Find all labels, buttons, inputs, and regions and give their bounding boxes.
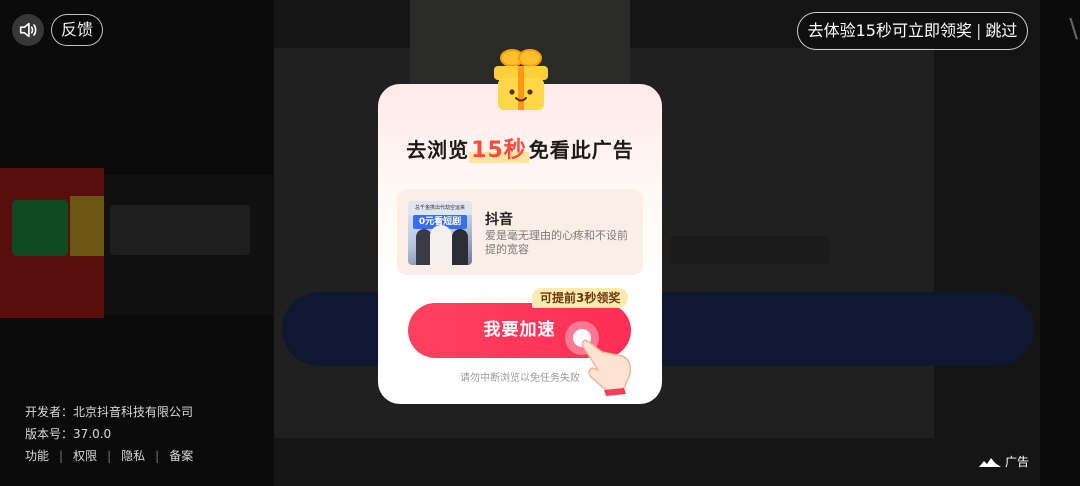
title-prefix: 去浏览 xyxy=(406,138,470,162)
version-row: 版本号：37.0.0 xyxy=(25,423,193,445)
app-card[interactable]: 总千金携出代劫空运来 0元看短剧 抖音 爱是毫无理由的心疼和不设前提的宽容 xyxy=(397,189,643,275)
developer-row: 开发者：北京抖音科技有限公司 xyxy=(25,401,193,423)
thumb-caption: 总千金携出代劫空运来 xyxy=(408,201,472,215)
skip-label: 跳过 xyxy=(985,21,1018,40)
link-divider: | xyxy=(59,449,64,463)
skip-button[interactable]: 去体验15秒可立即领奖 | 跳过 xyxy=(797,12,1028,50)
tap-hand-icon xyxy=(565,321,632,396)
link-permissions[interactable]: 权限 xyxy=(73,445,97,467)
sound-toggle-button[interactable] xyxy=(12,14,44,46)
gift-box-icon xyxy=(494,49,548,110)
background-ad-text xyxy=(670,236,830,264)
ad-label-text: 广告 xyxy=(1005,455,1030,469)
skip-prompt: 去体验15秒可立即领奖 xyxy=(807,21,972,40)
ad-label: 广告 xyxy=(979,453,1029,470)
app-name: 抖音 xyxy=(485,212,513,228)
modal-title: 去浏览15秒 免看此广告 xyxy=(378,132,662,164)
link-features[interactable]: 功能 xyxy=(25,445,49,467)
title-suffix: 免看此广告 xyxy=(528,138,634,162)
version-value: 37.0.0 xyxy=(73,427,112,441)
app-description: 爱是毫无理由的心疼和不设前提的宽容 xyxy=(485,229,628,256)
background-ad-logo xyxy=(0,168,104,318)
speaker-icon xyxy=(19,22,37,38)
developer-label: 开发者： xyxy=(25,405,74,419)
developer-name: 北京抖音科技有限公司 xyxy=(73,405,194,419)
feedback-button[interactable]: 反馈 xyxy=(51,14,104,46)
link-divider: | xyxy=(155,449,160,463)
app-thumbnail: 总千金携出代劫空运来 0元看短剧 xyxy=(408,201,472,265)
link-divider: | xyxy=(107,449,112,463)
warning-text: 请勿中断浏览以免任务失败 xyxy=(460,373,580,384)
app-info-links: 功能 | 权限 | 隐私 | 备案 xyxy=(25,445,193,467)
link-privacy[interactable]: 隐私 xyxy=(121,445,145,467)
title-highlight: 15秒 xyxy=(469,138,529,163)
ad-network-logo-icon xyxy=(979,457,1001,467)
background-edge-glyph: \ xyxy=(1069,14,1078,44)
developer-info: 开发者：北京抖音科技有限公司 版本号：37.0.0 功能 | 权限 | 隐私 |… xyxy=(25,401,193,467)
background-banner-block xyxy=(110,205,250,255)
reward-modal: 去浏览15秒 免看此广告 总千金携出代劫空运来 0元看短剧 抖音 爱是毫无理由的心… xyxy=(378,49,662,404)
skip-separator: | xyxy=(975,21,982,40)
link-filing[interactable]: 备案 xyxy=(169,445,193,467)
early-reward-badge: 可提前3秒领奖 xyxy=(532,288,629,308)
version-label: 版本号： xyxy=(25,427,74,441)
